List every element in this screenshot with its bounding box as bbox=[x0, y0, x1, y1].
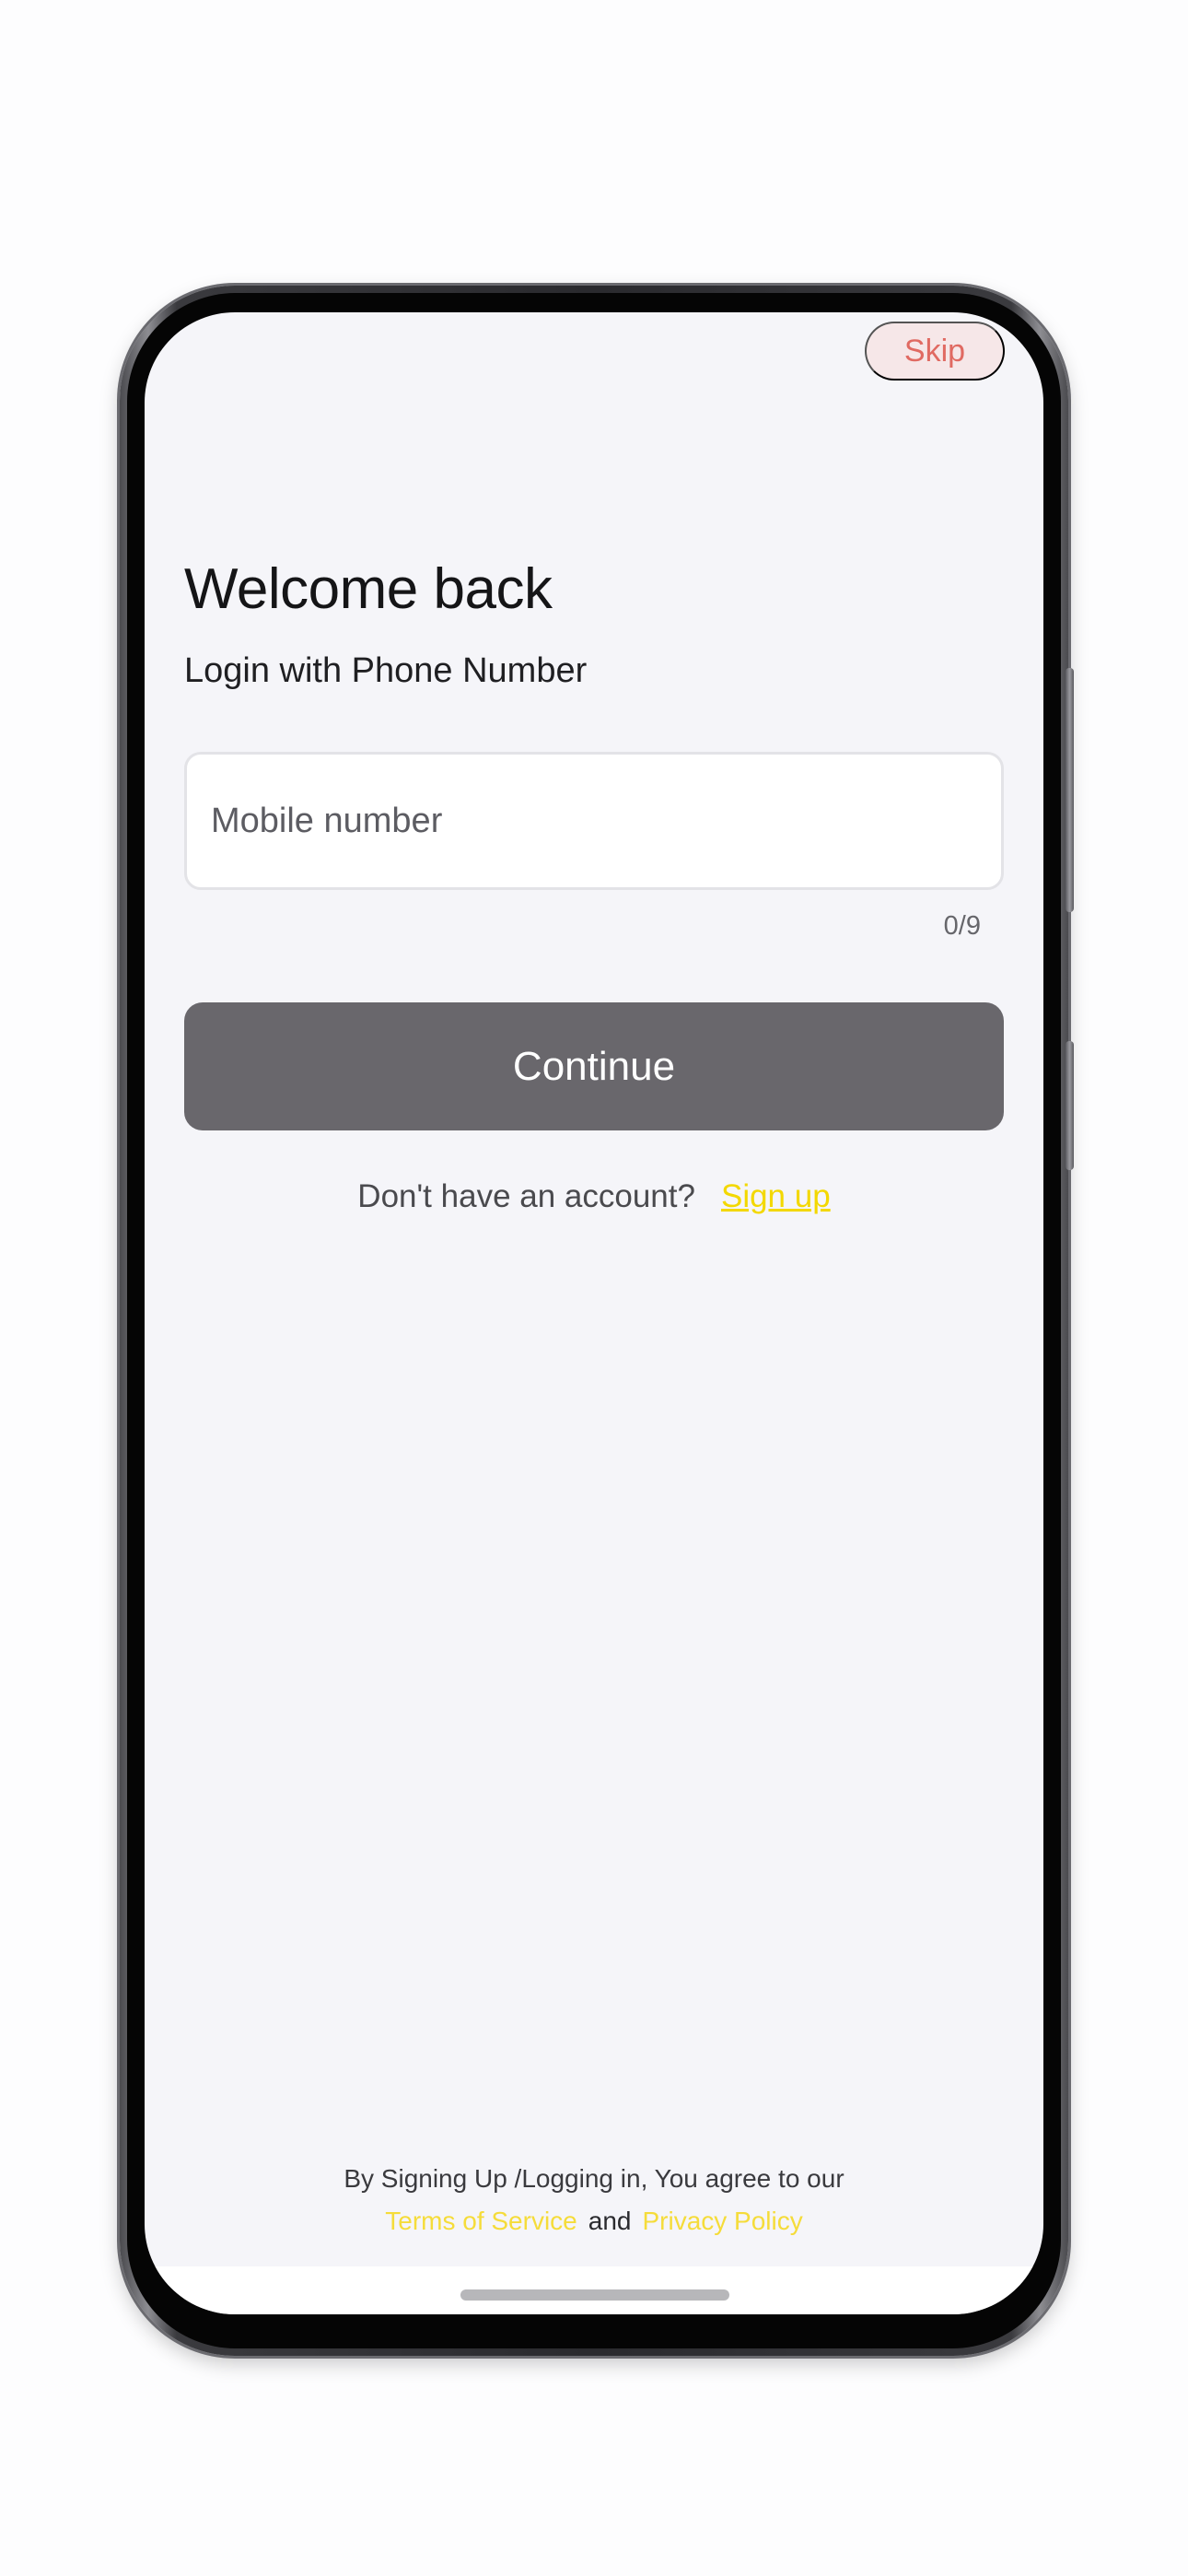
home-indicator[interactable] bbox=[460, 2289, 729, 2301]
legal-and-text: and bbox=[588, 2207, 632, 2235]
mobile-number-input[interactable] bbox=[184, 752, 1004, 890]
login-screen: Skip Welcome back Login with Phone Numbe… bbox=[145, 312, 1043, 2314]
legal-links: Terms of Service and Privacy Policy bbox=[145, 2207, 1043, 2236]
signup-prompt: Don't have an account? bbox=[357, 1178, 695, 1214]
terms-of-service-link[interactable]: Terms of Service bbox=[385, 2207, 577, 2236]
bottom-bar bbox=[145, 2266, 1043, 2314]
page-subtitle: Login with Phone Number bbox=[184, 651, 588, 690]
volume-button bbox=[1066, 668, 1074, 912]
continue-button[interactable]: Continue bbox=[184, 1002, 1004, 1130]
legal-agreement-label: By Signing Up /Logging in, You agree to … bbox=[344, 2164, 844, 2193]
legal-agreement-text: By Signing Up /Logging in, You agree to … bbox=[145, 2164, 1043, 2194]
page-title: Welcome back bbox=[184, 557, 553, 621]
skip-button[interactable]: Skip bbox=[865, 322, 1005, 381]
power-button bbox=[1066, 1041, 1074, 1170]
signup-link[interactable]: Sign up bbox=[721, 1178, 831, 1215]
character-counter: 0/9 bbox=[943, 911, 981, 941]
privacy-policy-link[interactable]: Privacy Policy bbox=[642, 2207, 802, 2236]
signup-row: Don't have an account? Sign up bbox=[145, 1178, 1043, 1215]
